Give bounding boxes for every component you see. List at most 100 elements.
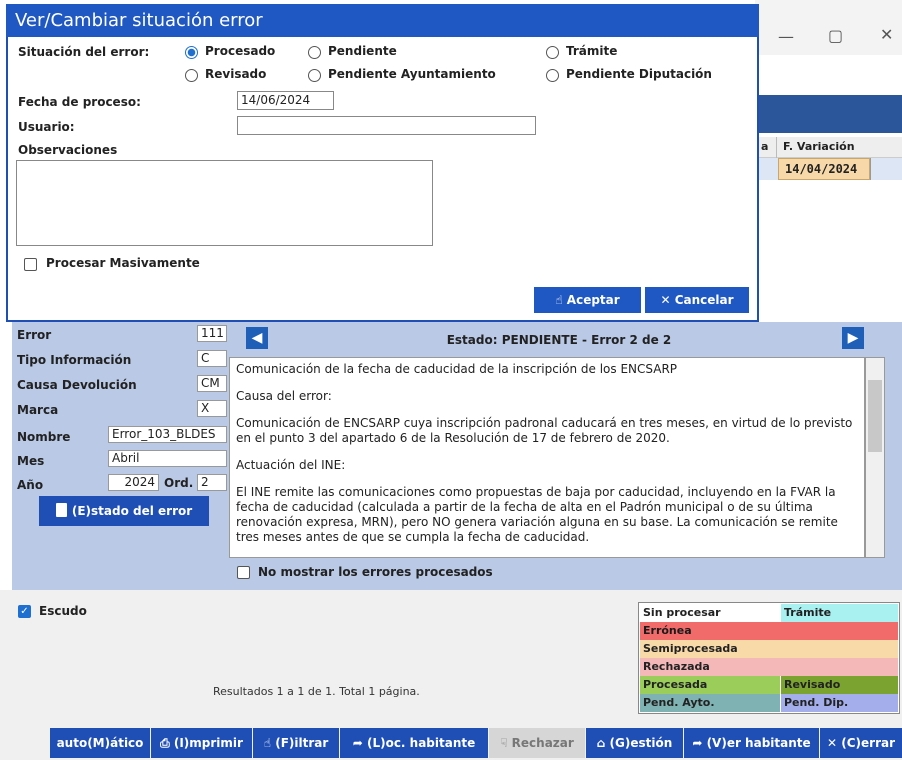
marca-label: Marca — [17, 403, 59, 417]
minimize-icon[interactable]: — — [778, 27, 794, 46]
tipo-field[interactable]: C — [197, 350, 227, 367]
scrollbar-thumb[interactable] — [868, 380, 882, 452]
grid-header-variation[interactable]: F. Variación — [783, 140, 855, 153]
share-arrow-icon: ➦ — [692, 736, 707, 750]
variation-cell: 14/04/2024 — [778, 158, 870, 180]
escudo-checkbox[interactable]: ✓ — [18, 605, 31, 618]
error-description[interactable]: Comunicación de la fecha de caducidad de… — [229, 357, 865, 558]
legend-tramite: Trámite — [781, 604, 898, 622]
legend-pend-dip: Pend. Dip. — [781, 694, 898, 712]
causa-label: Causa Devolución — [17, 378, 137, 392]
imprimir-button[interactable]: ⎙ (I)mprimir — [151, 728, 252, 758]
ord-label: Ord. — [164, 476, 194, 490]
ord-field[interactable]: 2 — [197, 474, 227, 491]
radio-pendiente-label[interactable]: Pendiente — [328, 44, 397, 58]
radio-tramite-label[interactable]: Trámite — [566, 44, 617, 58]
grid-divider — [870, 158, 871, 180]
cancelar-button[interactable]: ✕ Cancelar — [645, 287, 749, 313]
usuario-field[interactable] — [237, 116, 536, 135]
radio-tramite[interactable] — [546, 46, 559, 59]
rechazar-button[interactable]: ☟ Rechazar — [489, 728, 585, 758]
legend-semiprocesada: Semiprocesada — [640, 640, 898, 658]
observaciones-label: Observaciones — [18, 143, 118, 157]
rechazar-label: Rechazar — [511, 736, 574, 750]
results-text: Resultados 1 a 1 de 1. Total 1 página. — [213, 685, 420, 698]
description-paragraph: Comunicación de la fecha de caducidad de… — [236, 362, 678, 376]
close-icon: ✕ — [660, 293, 675, 307]
procesar-masivamente-label: Procesar Masivamente — [46, 256, 200, 270]
status-text: Estado: PENDIENTE - Error 2 de 2 — [446, 333, 672, 347]
legend-revisado: Revisado — [781, 676, 898, 694]
printer-icon: ⎙ — [160, 736, 174, 750]
anio-field[interactable]: 2024 — [108, 474, 159, 491]
aceptar-button[interactable]: ☝ Aceptar — [534, 287, 641, 313]
document-icon — [55, 503, 67, 517]
cerrar-button[interactable]: ✕ (C)errar — [820, 728, 902, 758]
home-icon: ⌂ — [596, 736, 610, 750]
mes-field[interactable]: Abril — [108, 450, 227, 467]
observaciones-textarea[interactable] — [16, 160, 433, 246]
situacion-label: Situación del error: — [18, 45, 150, 59]
loc-habitante-button[interactable]: ➦ (L)oc. habitante — [340, 728, 488, 758]
hide-processed-label: No mostrar los errores procesados — [258, 565, 493, 579]
share-arrow-icon: ➦ — [352, 736, 367, 750]
radio-procesado-label[interactable]: Procesado — [205, 44, 275, 58]
fecha-proceso-field[interactable]: 14/06/2024 — [237, 91, 334, 110]
radio-revisado-label[interactable]: Revisado — [205, 67, 266, 81]
radio-revisado[interactable] — [185, 69, 198, 82]
ver-habitante-button[interactable]: ➦ (V)er habitante — [684, 728, 819, 758]
arrow-right-icon: ▶ — [847, 330, 859, 346]
radio-pendiente-diputacion-label[interactable]: Pendiente Diputación — [566, 67, 712, 81]
cancelar-label: Cancelar — [674, 293, 734, 307]
error-label: Error — [17, 328, 52, 342]
next-error-button[interactable]: ▶ — [842, 327, 864, 349]
procesar-masivamente-checkbox[interactable] — [24, 258, 37, 271]
marca-field[interactable]: X — [197, 400, 227, 417]
thumbs-down-icon: ☟ — [500, 736, 512, 750]
legend-sin-procesar: Sin procesar — [640, 604, 780, 622]
radio-pendiente-diputacion[interactable] — [546, 69, 559, 82]
radio-pendiente-ayuntamiento-label[interactable]: Pendiente Ayuntamiento — [328, 67, 496, 81]
legend-rechazada: Rechazada — [640, 658, 898, 676]
gestion-button[interactable]: ⌂ (G)estión — [586, 728, 683, 758]
radio-procesado[interactable] — [185, 46, 198, 59]
usuario-label: Usuario: — [18, 120, 75, 134]
escudo-label: Escudo — [39, 604, 87, 618]
description-paragraph: Actuación del INE: — [236, 458, 346, 472]
hand-pointer-icon: ☝ — [263, 736, 276, 750]
estado-error-button[interactable]: (E)stado del error — [39, 496, 209, 526]
description-paragraph: Comunicación de ENCSARP cuya inscripción… — [236, 416, 853, 445]
fecha-proceso-label: Fecha de proceso: — [18, 95, 141, 109]
anio-label: Año — [17, 478, 44, 492]
legend-erronea: Errónea — [640, 622, 898, 640]
gestion-label: (G)estión — [609, 736, 673, 750]
aceptar-label: Aceptar — [566, 293, 620, 307]
loc-habitante-label: (L)oc. habitante — [366, 736, 476, 750]
radio-pendiente[interactable] — [308, 46, 321, 59]
close-icon: ✕ — [827, 736, 842, 750]
legend-pend-ayto: Pend. Ayto. — [640, 694, 780, 712]
mes-label: Mes — [17, 454, 45, 468]
legend-procesada: Procesada — [640, 676, 780, 694]
automatico-button[interactable]: auto(M)ático — [50, 728, 150, 758]
thumbs-up-icon: ☝ — [555, 293, 567, 307]
nombre-label: Nombre — [17, 430, 71, 444]
error-field[interactable]: 111 — [197, 325, 227, 342]
close-window-icon[interactable]: ✕ — [880, 25, 893, 44]
grid-header-partial: a — [761, 140, 769, 153]
nombre-field[interactable]: Error_103_BLDES — [108, 426, 227, 443]
app-toolbar-strip — [755, 55, 902, 96]
hide-processed-checkbox[interactable] — [237, 566, 250, 579]
filtrar-label: (F)iltrar — [275, 736, 329, 750]
dialog-title: Ver/Cambiar situación error — [6, 4, 759, 37]
filtrar-button[interactable]: ☝ (F)iltrar — [253, 728, 339, 758]
radio-pendiente-ayuntamiento[interactable] — [308, 69, 321, 82]
estado-error-label: (E)stado del error — [71, 504, 193, 518]
cerrar-label: (C)errar — [841, 736, 895, 750]
causa-field[interactable]: CM — [197, 375, 227, 392]
description-paragraph: El INE remite las comunicaciones como pr… — [236, 485, 838, 544]
app-header-band — [755, 95, 902, 133]
maximize-icon[interactable]: ▢ — [828, 26, 843, 45]
ver-habitante-label: (V)er habitante — [706, 736, 811, 750]
imprimir-label: (I)mprimir — [173, 736, 243, 750]
